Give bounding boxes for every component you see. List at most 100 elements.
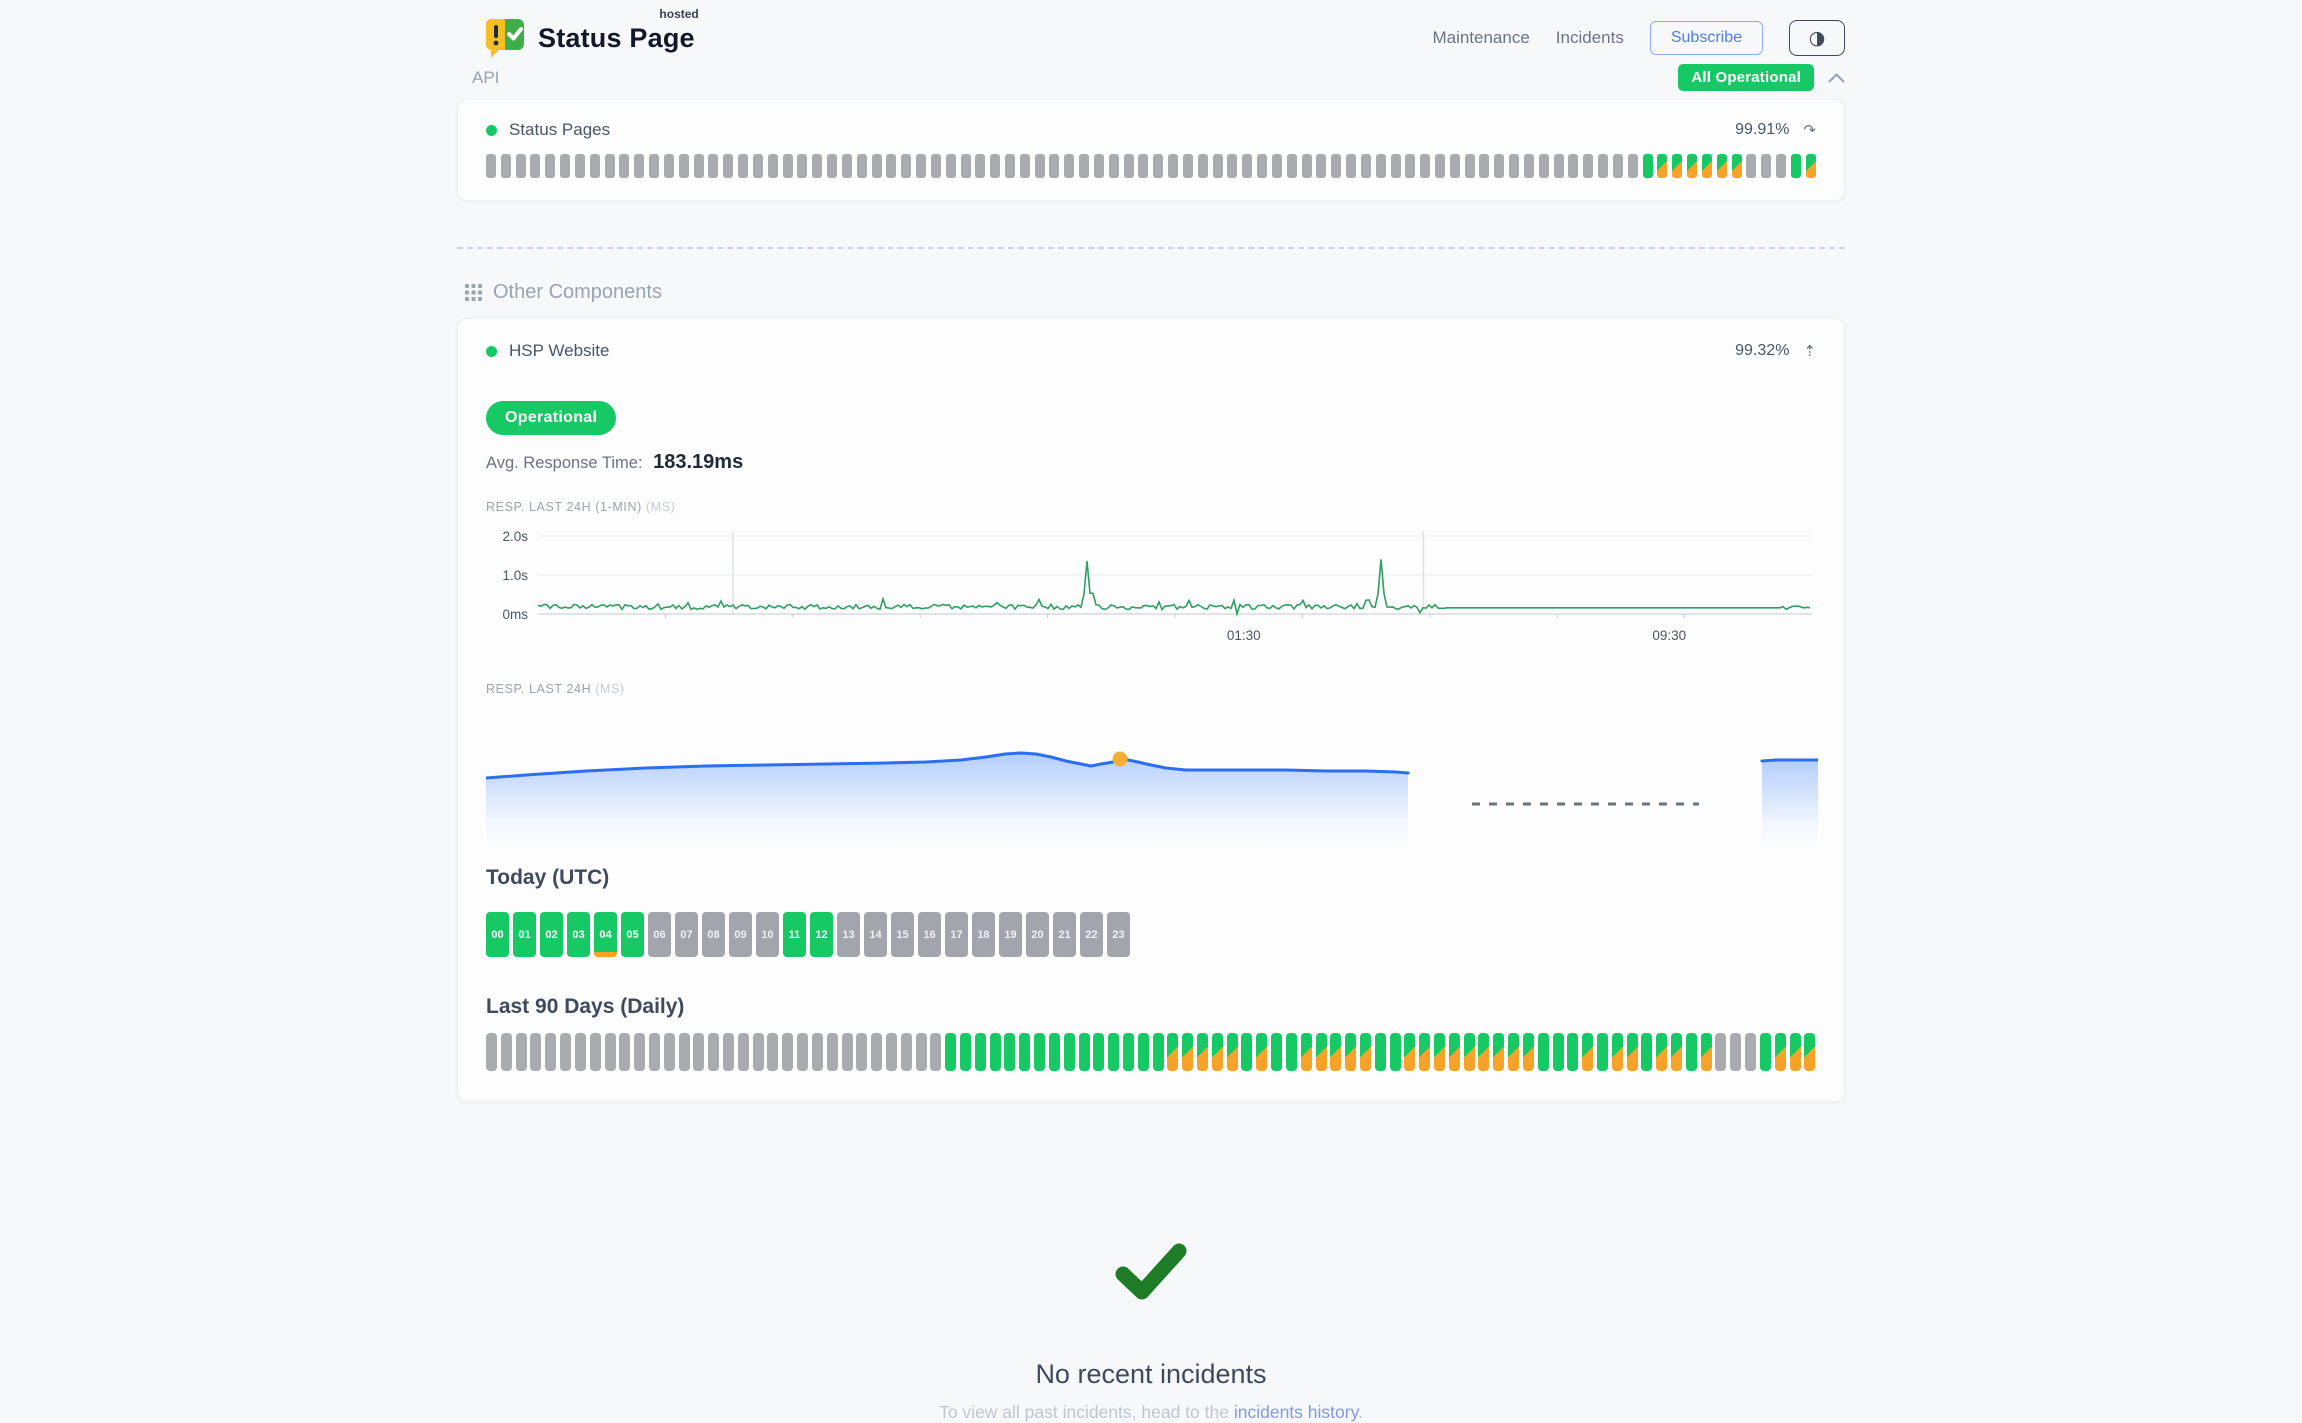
uptime-bar-gray[interactable]	[664, 154, 674, 178]
uptime-bar-green[interactable]	[1064, 1033, 1075, 1071]
uptime-bar-mixed[interactable]	[1508, 1033, 1519, 1071]
uptime-bar-gray[interactable]	[1524, 154, 1534, 178]
uptime-bar-gray[interactable]	[605, 154, 615, 178]
uptime-bar-gray[interactable]	[1287, 154, 1297, 178]
uptime-bar-gray[interactable]	[1035, 154, 1045, 178]
uptime-bar-gray[interactable]	[501, 154, 511, 178]
uptime-bar-green[interactable]	[1390, 1033, 1401, 1071]
uptime-bar-gray[interactable]	[634, 1033, 645, 1071]
uptime-bar-mixed[interactable]	[1523, 1033, 1534, 1071]
uptime-bar-green[interactable]	[1567, 1033, 1578, 1071]
hour-block-12[interactable]: 12	[810, 912, 833, 957]
uptime-bar-green[interactable]	[1123, 1033, 1134, 1071]
uptime-bar-gray[interactable]	[931, 154, 941, 178]
uptime-bar-gray[interactable]	[930, 1033, 941, 1071]
uptime-bar-mixed[interactable]	[1212, 1033, 1223, 1071]
uptime-bar-gray[interactable]	[694, 154, 704, 178]
uptime-bar-green[interactable]	[990, 1033, 1001, 1071]
uptime-bar-gray[interactable]	[679, 154, 689, 178]
uptime-bar-gray[interactable]	[516, 154, 526, 178]
hour-block-05[interactable]: 05	[621, 912, 644, 957]
uptime-bar-green[interactable]	[1079, 1033, 1090, 1071]
incidents-history-link[interactable]: incidents history	[1234, 1402, 1358, 1422]
dashed-up-arrow-icon[interactable]: ⇡	[1803, 342, 1816, 360]
uptime-bar-mixed[interactable]	[1582, 1033, 1593, 1071]
uptime-bar-mixed[interactable]	[1657, 154, 1667, 178]
uptime-bar-mixed[interactable]	[1612, 1033, 1623, 1071]
uptime-bar-gray[interactable]	[901, 1033, 912, 1071]
uptime-bar-green[interactable]	[1643, 154, 1653, 178]
uptime-bar-gray[interactable]	[1450, 154, 1460, 178]
uptime-bar-gray[interactable]	[1168, 154, 1178, 178]
uptime-bar-gray[interactable]	[961, 154, 971, 178]
uptime-bar-gray[interactable]	[1420, 154, 1430, 178]
uptime-bar-gray[interactable]	[723, 1033, 734, 1071]
uptime-bar-gray[interactable]	[1242, 154, 1252, 178]
uptime-bar-gray[interactable]	[1391, 154, 1401, 178]
uptime-bar-gray[interactable]	[723, 154, 733, 178]
uptime-bar-gray[interactable]	[827, 1033, 838, 1071]
uptime-bar-gray[interactable]	[590, 1033, 601, 1071]
uptime-bar-gray[interactable]	[1094, 154, 1104, 178]
uptime-bar-gray[interactable]	[1568, 154, 1578, 178]
uptime-bar-gray[interactable]	[871, 1033, 882, 1071]
uptime-bar-mixed[interactable]	[1687, 154, 1697, 178]
uptime-bar-mixed[interactable]	[1790, 1033, 1801, 1071]
uptime-bar-gray[interactable]	[753, 1033, 764, 1071]
uptime-bar-green[interactable]	[960, 1033, 971, 1071]
uptime-bar-mixed[interactable]	[1316, 1033, 1327, 1071]
uptime-bar-gray[interactable]	[1183, 154, 1193, 178]
uptime-bar-mixed[interactable]	[1464, 1033, 1475, 1071]
uptime-bar-gray[interactable]	[738, 154, 748, 178]
uptime-bar-gray[interactable]	[1465, 154, 1475, 178]
hour-block-07[interactable]: 07	[675, 912, 698, 957]
uptime-bar-green[interactable]	[1004, 1033, 1015, 1071]
uptime-bar-gray[interactable]	[872, 154, 882, 178]
hour-block-03[interactable]: 03	[567, 912, 590, 957]
uptime-bar-gray[interactable]	[693, 1033, 704, 1071]
uptime-bar-gray[interactable]	[530, 154, 540, 178]
hour-block-15[interactable]: 15	[891, 912, 914, 957]
uptime-bar-gray[interactable]	[886, 154, 896, 178]
uptime-bar-mixed[interactable]	[1449, 1033, 1460, 1071]
uptime-bar-gray[interactable]	[1227, 154, 1237, 178]
uptime-bar-gray[interactable]	[1554, 154, 1564, 178]
uptime-bar-gray[interactable]	[797, 154, 807, 178]
uptime-bar-green[interactable]	[1108, 1033, 1119, 1071]
uptime-bar-mixed[interactable]	[1493, 1033, 1504, 1071]
uptime-bar-gray[interactable]	[486, 1033, 497, 1071]
uptime-bar-mixed[interactable]	[1702, 154, 1712, 178]
uptime-bar-gray[interactable]	[1435, 154, 1445, 178]
hour-block-21[interactable]: 21	[1053, 912, 1076, 957]
uptime-bar-gray[interactable]	[1005, 154, 1015, 178]
uptime-bar-gray[interactable]	[856, 1033, 867, 1071]
uptime-bar-green[interactable]	[1597, 1033, 1608, 1071]
uptime-bar-gray[interactable]	[1316, 154, 1326, 178]
uptime-bar-gray[interactable]	[1613, 154, 1623, 178]
uptime-bar-mixed[interactable]	[1656, 1033, 1667, 1071]
uptime-bar-gray[interactable]	[545, 154, 555, 178]
uptime-bar-gray[interactable]	[975, 154, 985, 178]
uptime-bar-gray[interactable]	[842, 154, 852, 178]
uptime-bar-gray[interactable]	[946, 154, 956, 178]
uptime-bar-green[interactable]	[1049, 1033, 1060, 1071]
uptime-bar-gray[interactable]	[1479, 154, 1489, 178]
uptime-bar-gray[interactable]	[634, 154, 644, 178]
uptime-bar-gray[interactable]	[990, 154, 1000, 178]
uptime-bar-green[interactable]	[1153, 1033, 1164, 1071]
hour-block-20[interactable]: 20	[1026, 912, 1049, 957]
uptime-bar-gray[interactable]	[1109, 154, 1119, 178]
uptime-bar-mixed[interactable]	[1419, 1033, 1430, 1071]
uptime-bar-gray[interactable]	[1715, 1033, 1726, 1071]
hour-block-04[interactable]: 04	[594, 912, 617, 957]
hour-block-08[interactable]: 08	[702, 912, 725, 957]
uptime-bar-gray[interactable]	[1583, 154, 1593, 178]
uptime-bar-gray[interactable]	[1494, 154, 1504, 178]
uptime-bar-gray[interactable]	[530, 1033, 541, 1071]
uptime-bar-mixed[interactable]	[1404, 1033, 1415, 1071]
uptime-bar-mixed[interactable]	[1434, 1033, 1445, 1071]
uptime-bar-gray[interactable]	[1020, 154, 1030, 178]
uptime-bar-mixed[interactable]	[1775, 1033, 1786, 1071]
hour-block-16[interactable]: 16	[918, 912, 941, 957]
hour-block-18[interactable]: 18	[972, 912, 995, 957]
